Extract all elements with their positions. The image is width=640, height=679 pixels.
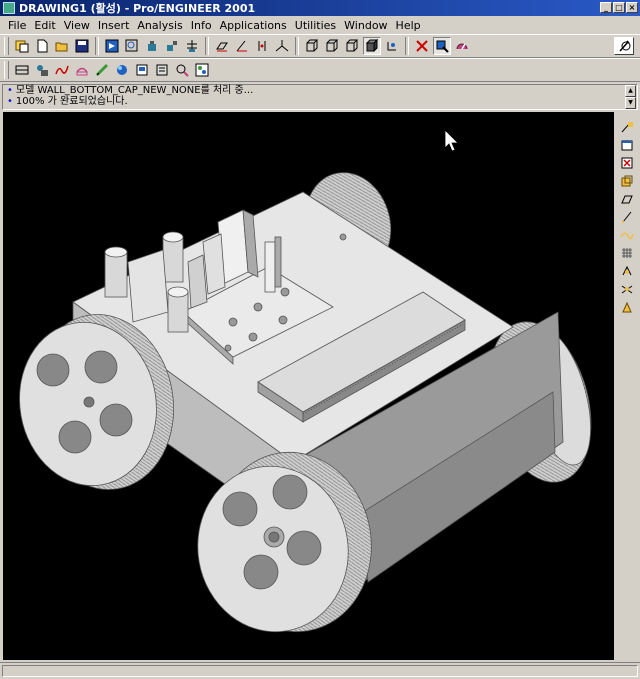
measure-icon[interactable] <box>93 61 111 79</box>
mass-icon[interactable] <box>113 61 131 79</box>
message-line: • 모델 WALL_BOTTOM_CAP_NEW_NONE를 처리 중... <box>3 85 637 96</box>
no-hidden-icon[interactable] <box>343 37 361 55</box>
close-button[interactable]: × <box>626 2 638 13</box>
surface-icon[interactable] <box>73 61 91 79</box>
dimension-icon[interactable] <box>619 281 635 297</box>
copy-icon[interactable] <box>619 173 635 189</box>
open-file-icon[interactable] <box>53 37 71 55</box>
title-bar: DRAWING1 (활성) - Pro/ENGINEER 2001 _ □ × <box>0 0 640 16</box>
toolbar-separator <box>205 37 209 55</box>
shaded-icon[interactable] <box>363 37 381 55</box>
menu-utilities[interactable]: Utilities <box>291 19 340 32</box>
pen-icon[interactable] <box>614 37 634 55</box>
status-bar <box>0 662 640 679</box>
scroll-up-icon[interactable]: ▲ <box>625 85 636 97</box>
curve-icon[interactable] <box>53 61 71 79</box>
new-window-icon[interactable] <box>13 37 31 55</box>
coordinate-system-icon[interactable] <box>273 37 291 55</box>
datum-axis-icon[interactable] <box>233 37 251 55</box>
help-icon[interactable] <box>453 37 471 55</box>
app-icon <box>3 2 15 14</box>
status-panel <box>2 665 638 677</box>
search-icon[interactable] <box>173 61 191 79</box>
minimize-button[interactable]: _ <box>600 2 612 13</box>
model-tree-icon[interactable] <box>163 37 181 55</box>
select-icon[interactable] <box>413 37 431 55</box>
spline-icon[interactable] <box>619 227 635 243</box>
parameters-icon[interactable] <box>33 61 51 79</box>
toolbar-separator <box>95 37 99 55</box>
view-icon[interactable] <box>619 137 635 153</box>
zoom-in-icon[interactable] <box>123 37 141 55</box>
plane-icon[interactable] <box>619 191 635 207</box>
message-text: 100% 가 완료되었습니다. <box>15 96 128 107</box>
new-file-icon[interactable] <box>33 37 51 55</box>
query-select-icon[interactable] <box>433 37 451 55</box>
message-scrollbar[interactable]: ▲ ▼ <box>625 85 636 109</box>
layer-icon[interactable] <box>183 37 201 55</box>
toolbar-separator <box>405 37 409 55</box>
repaint-icon[interactable] <box>103 37 121 55</box>
mouse-cursor-icon <box>444 129 459 152</box>
message-bullet: • <box>7 96 13 107</box>
menu-info[interactable]: Info <box>187 19 216 32</box>
sketch-icon[interactable] <box>619 119 635 135</box>
menu-help[interactable]: Help <box>392 19 425 32</box>
model-info-icon[interactable] <box>153 61 171 79</box>
environment-icon[interactable] <box>193 61 211 79</box>
snap-icon[interactable] <box>619 263 635 279</box>
message-bullet: • <box>7 85 13 96</box>
orient-icon[interactable] <box>143 37 161 55</box>
graphics-viewport[interactable] <box>3 112 614 660</box>
section-icon[interactable] <box>133 61 151 79</box>
toolbar-separator <box>295 37 299 55</box>
window-title: DRAWING1 (활성) - Pro/ENGINEER 2001 <box>19 2 256 15</box>
datum-point-icon[interactable] <box>253 37 271 55</box>
datum-plane-icon[interactable] <box>213 37 231 55</box>
line-icon[interactable] <box>619 209 635 225</box>
menu-window[interactable]: Window <box>340 19 391 32</box>
toolbar-grip[interactable] <box>4 37 9 55</box>
grid-icon[interactable] <box>619 245 635 261</box>
wireframe-icon[interactable] <box>303 37 321 55</box>
toolbar-grip[interactable] <box>4 61 9 79</box>
robot-model <box>19 129 592 633</box>
menu-bar: File Edit View Insert Analysis Info Appl… <box>0 16 640 34</box>
secondary-toolbar <box>0 58 640 82</box>
message-line: • 100% 가 완료되었습니다. <box>3 96 637 107</box>
main-toolbar <box>0 34 640 58</box>
menu-view[interactable]: View <box>60 19 94 32</box>
menu-edit[interactable]: Edit <box>30 19 59 32</box>
menu-insert[interactable]: Insert <box>94 19 134 32</box>
note-icon[interactable] <box>619 299 635 315</box>
scroll-down-icon[interactable]: ▼ <box>625 97 636 109</box>
message-text: 모델 WALL_BOTTOM_CAP_NEW_NONE를 처리 중... <box>15 85 254 96</box>
save-icon[interactable] <box>73 37 91 55</box>
menu-analysis[interactable]: Analysis <box>133 19 186 32</box>
delete-icon[interactable] <box>619 155 635 171</box>
window-controls: _ □ × <box>600 2 638 13</box>
message-area: • 모델 WALL_BOTTOM_CAP_NEW_NONE를 처리 중... • 1… <box>2 84 638 110</box>
spin-center-icon[interactable] <box>383 37 401 55</box>
maximize-button[interactable]: □ <box>613 2 625 13</box>
right-toolbar <box>616 112 638 660</box>
menu-file[interactable]: File <box>4 19 30 32</box>
menu-applications[interactable]: Applications <box>216 19 291 32</box>
hidden-line-icon[interactable] <box>323 37 341 55</box>
relations-icon[interactable] <box>13 61 31 79</box>
